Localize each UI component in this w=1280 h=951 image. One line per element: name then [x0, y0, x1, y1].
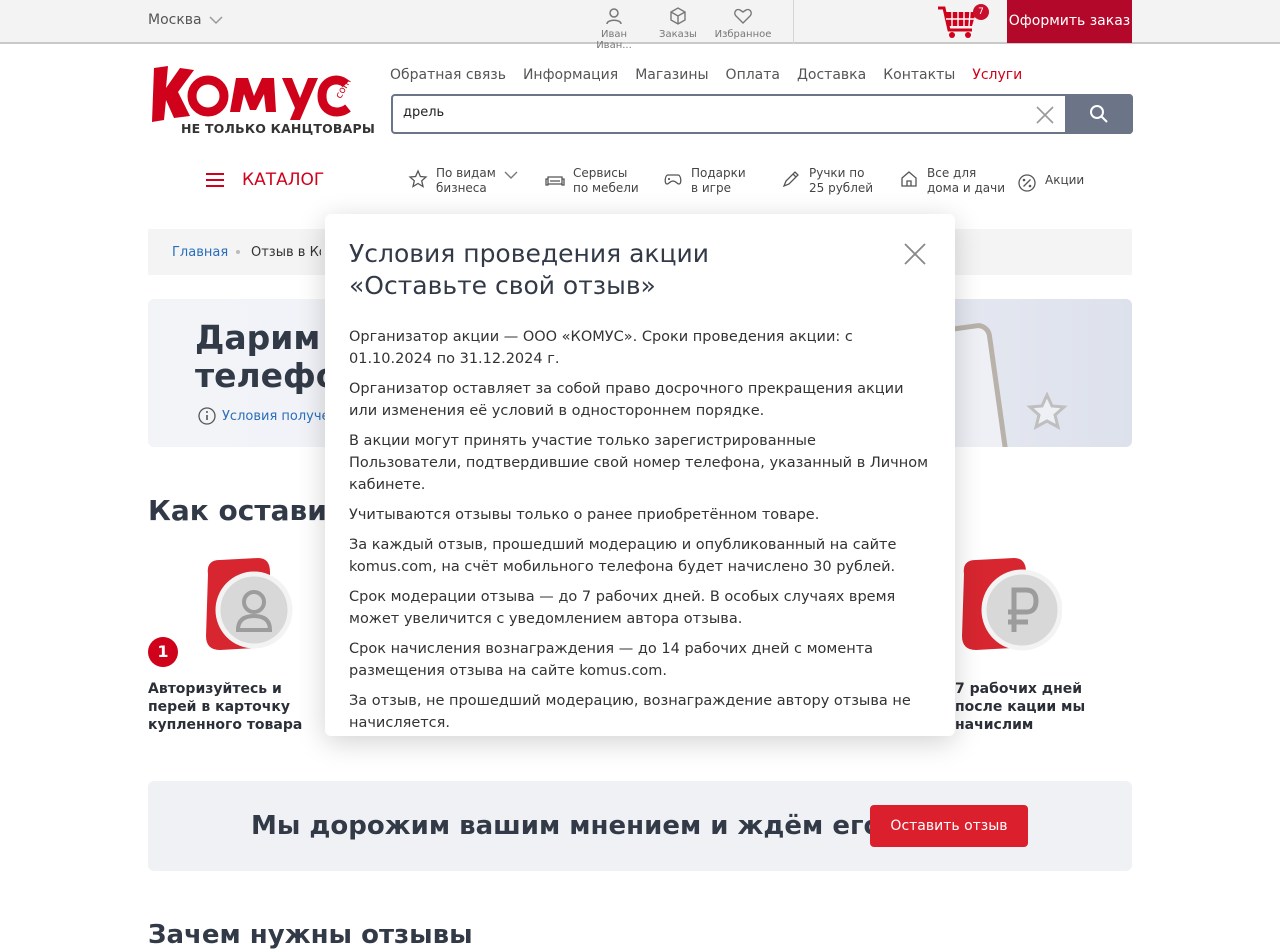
nav-feedback[interactable]: Обратная связь	[390, 67, 506, 83]
category-label: по мебели	[573, 181, 639, 195]
breadcrumb-separator	[236, 250, 240, 254]
banner-title-line: Дарим З	[195, 319, 335, 357]
heart-icon	[734, 8, 752, 24]
category-gifts[interactable]: Подарки в игре	[663, 166, 746, 196]
favorites-label: Избранное	[714, 29, 772, 40]
category-label: Акции	[1045, 173, 1085, 187]
category-label: Подарки	[691, 166, 746, 180]
menu-icon	[206, 173, 224, 187]
logo-subtitle: НЕ ТОЛЬКО КАНЦТОВАРЫ	[181, 121, 376, 136]
modal-title: Условия проведения акции «Оставьте свой …	[349, 238, 869, 302]
conditions-link[interactable]: Условия получе	[198, 407, 330, 425]
nav-services[interactable]: Услуги	[972, 67, 1022, 83]
account-link[interactable]: Иван Иван...	[582, 6, 646, 51]
nav-info[interactable]: Информация	[523, 67, 618, 83]
nav-contacts[interactable]: Контакты	[883, 67, 955, 83]
nav-payment[interactable]: Оплата	[726, 67, 780, 83]
favorites-link[interactable]: Избранное	[714, 6, 772, 40]
cta-text: Мы дорожим вашим мнением и ждём его!	[251, 811, 894, 841]
breadcrumb-current: Отзыв в Ко	[251, 245, 321, 260]
pen-icon	[782, 171, 799, 188]
category-label: дома и дачи	[927, 181, 1006, 195]
account-label: Иван Иван...	[596, 29, 632, 51]
close-icon[interactable]	[903, 242, 927, 266]
star-badge-icon	[1026, 391, 1068, 430]
category-label: Ручки по	[809, 166, 865, 180]
modal-title-line: «Оставьте свой отзыв»	[349, 271, 656, 300]
city-selector[interactable]: Москва	[148, 12, 224, 28]
category-furniture[interactable]: Сервисы по мебели	[545, 166, 639, 196]
section-title: Зачем нужны отзывы	[148, 920, 473, 950]
modal-body: Организатор акции — ООО «КОМУС». Сроки п…	[349, 326, 929, 742]
search-button[interactable]	[1065, 94, 1133, 134]
checkout-button[interactable]: Оформить заказ	[1007, 0, 1132, 43]
catalog-label: КАТАЛОГ	[242, 170, 325, 190]
star-icon	[408, 169, 428, 188]
modal-paragraph: Учитываются отзывы только о ранее приобр…	[349, 507, 820, 523]
modal-paragraph: Срок модерации отзыва — до 7 рабочих дне…	[349, 589, 896, 627]
info-icon	[198, 407, 216, 425]
modal-paragraph: Срок начисления вознаграждения — до 14 р…	[349, 641, 874, 679]
box-icon	[670, 7, 686, 25]
review-cta: Мы дорожим вашим мнением и ждём его! Ост…	[148, 781, 1132, 871]
category-label: бизнеса	[436, 181, 487, 195]
search-input[interactable]: дрель	[403, 105, 444, 120]
category-home[interactable]: Все для дома и дачи	[899, 166, 1005, 196]
search-bar: дрель	[391, 94, 1133, 134]
promo-conditions-modal: Условия проведения акции «Оставьте свой …	[325, 214, 955, 736]
modal-paragraph: За каждый отзыв, прошедший модерацию и о…	[349, 537, 897, 575]
modal-paragraph: За отзыв, не прошедший модерацию, вознаг…	[349, 693, 911, 731]
chevron-down-icon	[504, 171, 518, 179]
catalog-button[interactable]: КАТАЛОГ	[206, 170, 324, 190]
category-pens[interactable]: Ручки по 25 рублей	[781, 166, 873, 196]
search-icon	[1090, 105, 1108, 123]
chevron-down-icon	[209, 16, 223, 25]
leave-review-button[interactable]: Оставить отзыв	[870, 805, 1028, 847]
category-label: в игре	[691, 181, 731, 195]
modal-paragraph: В акции могут принять участие только зар…	[349, 433, 929, 493]
breadcrumb-home[interactable]: Главная	[172, 245, 228, 260]
cart-count-badge: 7	[973, 4, 989, 20]
top-navigation: Обратная связь Информация Магазины Оплат…	[390, 67, 1022, 83]
category-label: 25 рублей	[809, 181, 874, 195]
step-number: 1	[148, 637, 178, 667]
modal-paragraph: Организатор акции — ООО «КОМУС». Сроки п…	[349, 329, 853, 367]
category-label: Все для	[927, 166, 977, 180]
clear-icon[interactable]	[1035, 105, 1055, 125]
orders-label: Заказы	[659, 29, 697, 40]
sofa-icon	[545, 176, 565, 186]
orders-link[interactable]: Заказы	[658, 6, 698, 40]
banner-title: Дарим З телефо	[195, 319, 335, 395]
category-label: По видам	[436, 166, 496, 180]
divider	[793, 0, 794, 44]
modal-title-line: Условия проведения акции	[349, 239, 710, 268]
modal-paragraph: Организатор оставляет за собой право дос…	[349, 381, 904, 419]
user-icon	[606, 8, 622, 25]
step-description: 7 рабочих дней после кации мы начислим	[955, 681, 1086, 733]
step-description: Авторизуйтесь и перей в карточку купленн…	[148, 681, 303, 733]
top-bar: Москва Иван Иван... Заказы Избранное 7 О…	[0, 0, 1280, 51]
conditions-link-label: Условия получе	[222, 408, 330, 424]
banner-title-line: телефо	[195, 356, 335, 395]
nav-stores[interactable]: Магазины	[635, 67, 708, 83]
user-badge-icon	[206, 558, 293, 650]
city-label: Москва	[148, 12, 202, 28]
house-icon	[901, 171, 917, 187]
gamepad-icon	[664, 174, 682, 185]
category-promotions[interactable]: Акции	[1017, 173, 1084, 193]
nav-delivery[interactable]: Доставка	[797, 67, 866, 83]
ruble-coin-icon	[962, 558, 1062, 651]
category-label: Сервисы	[573, 166, 628, 180]
category-business[interactable]: По видам бизнеса	[408, 166, 518, 196]
percent-icon	[1018, 174, 1036, 192]
